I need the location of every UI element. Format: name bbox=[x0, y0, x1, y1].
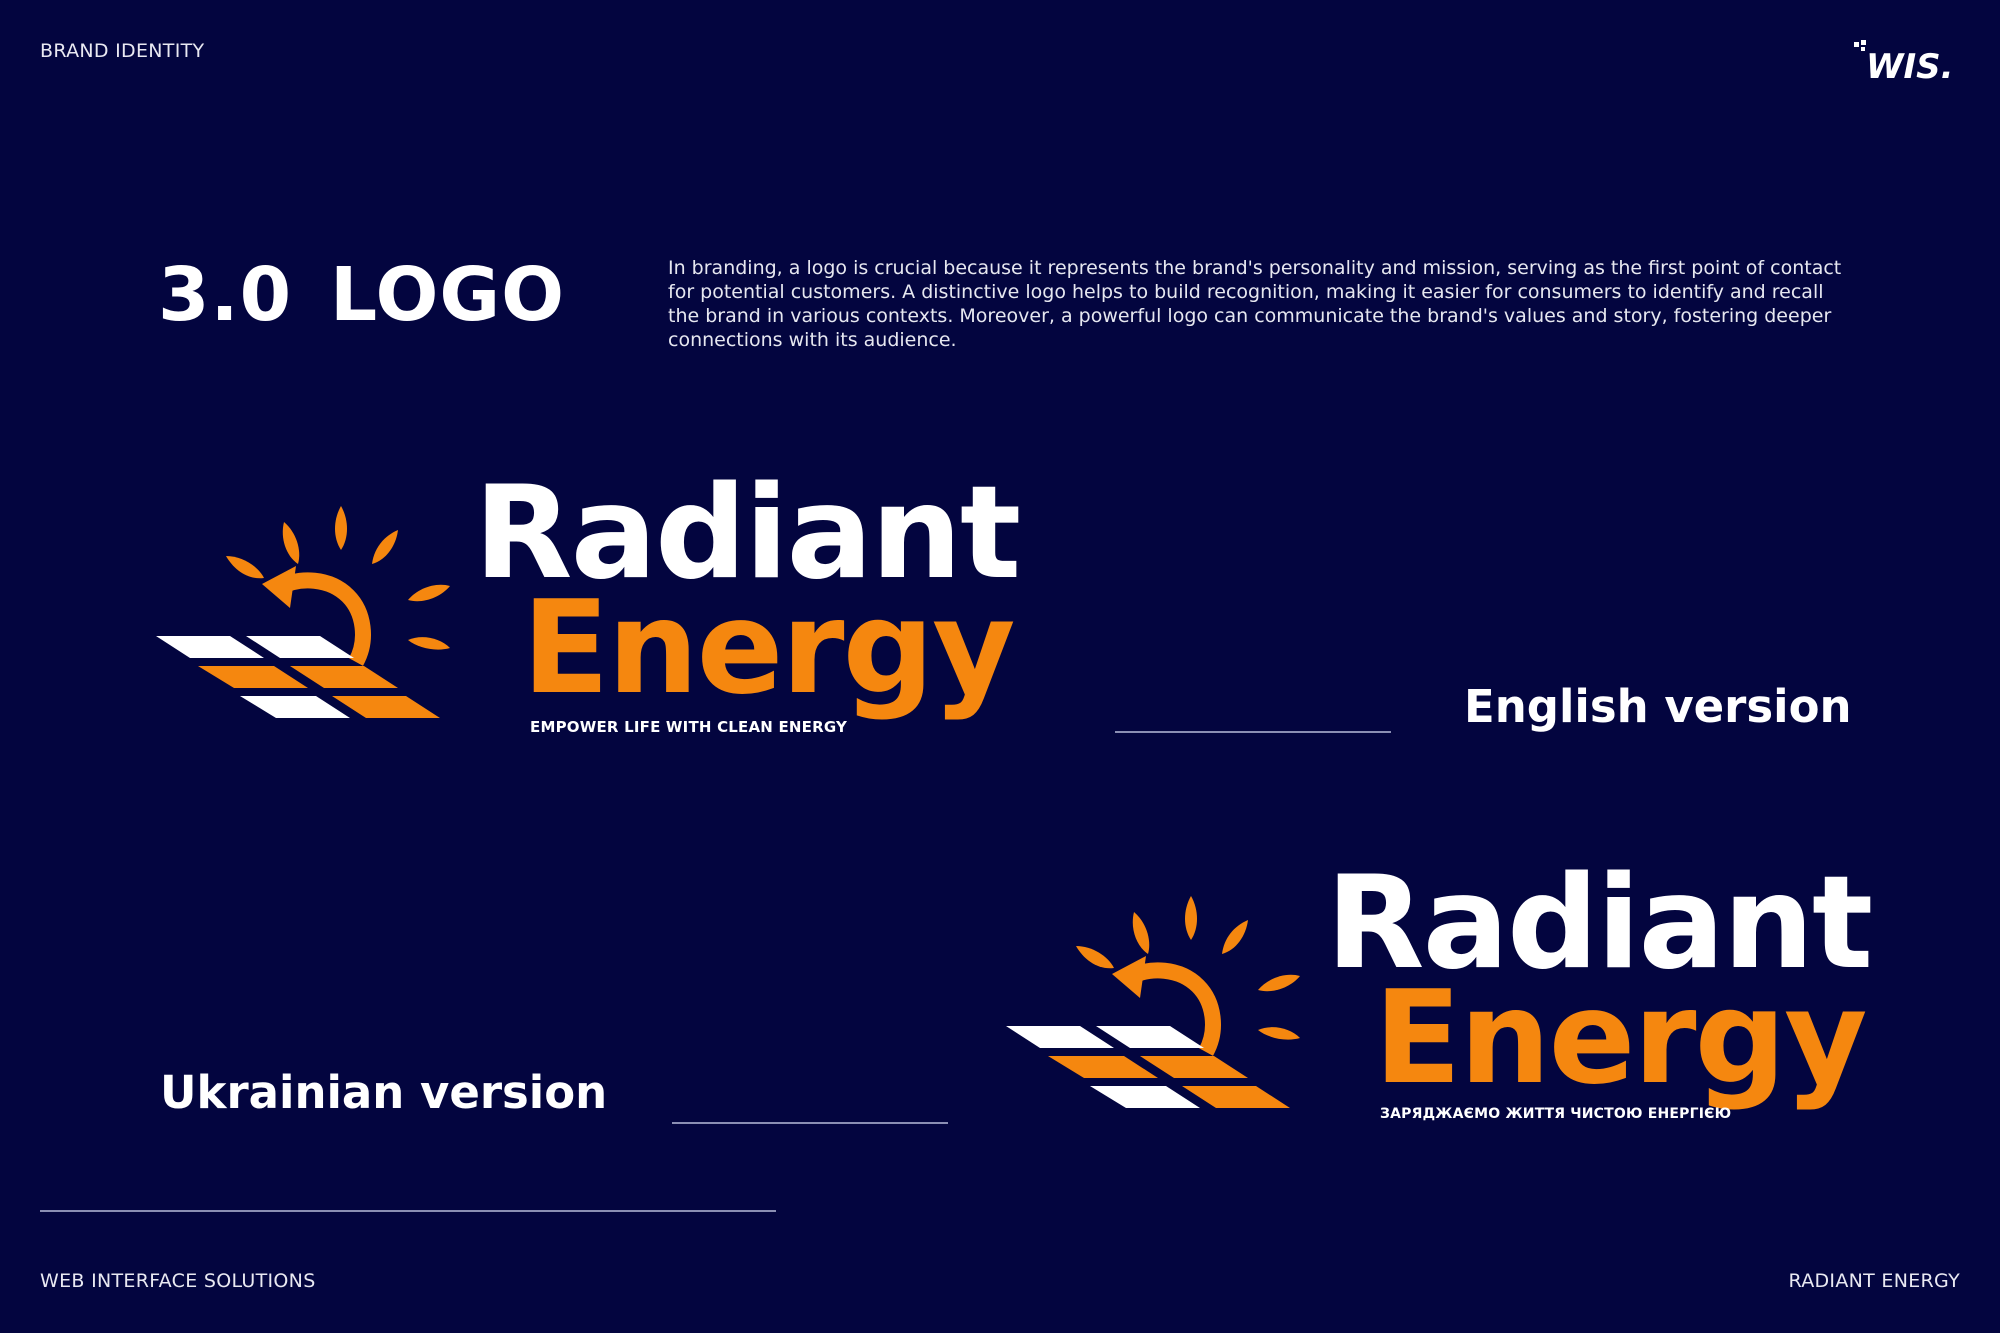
logo-english-line2: Energy bbox=[522, 574, 1016, 723]
section-number: 3.0 bbox=[158, 252, 293, 338]
ukrainian-version-label: Ukrainian version bbox=[160, 1066, 608, 1119]
logo-english-tagline: EMPOWER LIFE WITH CLEAN ENERGY bbox=[530, 718, 848, 736]
footer-divider bbox=[40, 1210, 776, 1212]
logo-ukrainian-line2: Energy bbox=[1374, 964, 1868, 1113]
english-version-label: English version bbox=[1464, 680, 1852, 733]
footer-right: RADIANT ENERGY bbox=[1788, 1270, 1960, 1292]
ukrainian-divider bbox=[672, 1122, 948, 1124]
footer-left: WEB INTERFACE SOLUTIONS bbox=[40, 1270, 316, 1292]
logo-icon-english bbox=[150, 490, 460, 730]
header-label: BRAND IDENTITY bbox=[40, 40, 205, 62]
wis-logo: WIS. bbox=[1852, 38, 1962, 87]
english-divider bbox=[1115, 731, 1391, 733]
section-description: In branding, a logo is crucial because i… bbox=[668, 257, 1842, 351]
section-title: LOGO bbox=[330, 252, 566, 338]
logo-ukrainian-tagline: ЗАРЯДЖАЄМО ЖИТТЯ ЧИСТОЮ ЕНЕРГІЄЮ bbox=[1380, 1106, 1732, 1122]
wis-logo-text: WIS. bbox=[1866, 47, 1954, 86]
logo-icon-ukrainian bbox=[1000, 880, 1310, 1120]
